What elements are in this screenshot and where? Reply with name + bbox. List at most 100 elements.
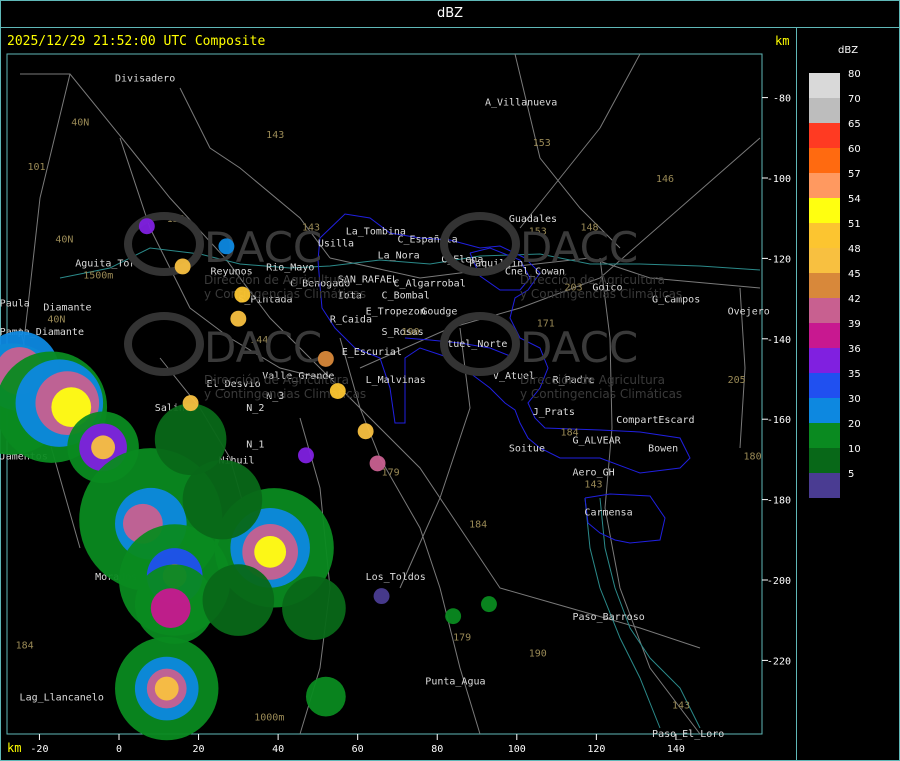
legend-value: 80 bbox=[848, 69, 861, 80]
y-tick-label: -120 bbox=[767, 254, 791, 265]
x-tick-label: 60 bbox=[352, 744, 364, 755]
place-label: Aero_GH bbox=[572, 467, 614, 478]
legend-swatch bbox=[809, 273, 840, 298]
radar-timestamp: 2025/12/29 21:52:00 UTC Composite bbox=[7, 34, 266, 49]
legend-value: 36 bbox=[848, 344, 861, 355]
route-label: 1000m bbox=[254, 713, 284, 724]
legend-value: 70 bbox=[848, 94, 861, 105]
legend-item: 35 bbox=[809, 369, 861, 398]
legend-title: dBZ bbox=[838, 45, 859, 56]
place-label: N_2 bbox=[246, 403, 264, 414]
route-label: 205 bbox=[728, 375, 746, 386]
legend-value: 57 bbox=[848, 169, 861, 180]
route-label: 40N bbox=[55, 234, 73, 245]
watermark-line1: Dirección de Agricultura bbox=[204, 373, 349, 387]
watermark-line2: y Contingencias Climáticas bbox=[204, 287, 366, 301]
place-label: Divisadero bbox=[115, 74, 175, 85]
place-label: J_Prats bbox=[533, 407, 575, 418]
legend-item: 48 bbox=[809, 244, 861, 273]
watermark-line2: y Contingencias Climáticas bbox=[520, 287, 682, 301]
place-labels: DivisaderoA_VillanuevaGuadalesLa_Tombina… bbox=[0, 74, 770, 740]
legend-value: 20 bbox=[848, 419, 861, 430]
legend-item: 60 bbox=[809, 144, 861, 173]
watermark-line2: y Contingencias Climáticas bbox=[520, 387, 682, 401]
radar-echo bbox=[329, 383, 346, 400]
legend-item: 65 bbox=[809, 119, 861, 148]
route-label: 101 bbox=[28, 162, 46, 173]
route-label: 184 bbox=[561, 427, 579, 438]
watermark-brand: DACC bbox=[520, 223, 638, 272]
watermark-brand: DACC bbox=[520, 323, 638, 372]
window-title: dBZ bbox=[436, 6, 464, 21]
legend-swatch bbox=[809, 148, 840, 173]
route-label: 40N bbox=[47, 315, 65, 326]
y-axis-ticks: -80 -100 -120 -140 -160 -180 -200 -220 bbox=[762, 94, 791, 667]
x-tick-label: 120 bbox=[587, 744, 605, 755]
legend-item: 80 bbox=[809, 69, 861, 98]
place-label: Soitue bbox=[509, 443, 545, 454]
legend-item: 10 bbox=[809, 444, 861, 473]
legend-swatch bbox=[809, 173, 840, 198]
watermark-line1: Dirección de Agricultura bbox=[520, 273, 665, 287]
x-tick-label: -20 bbox=[30, 744, 48, 755]
legend-item: 51 bbox=[809, 219, 861, 248]
y-tick-label: -140 bbox=[767, 335, 791, 346]
legend-item: 54 bbox=[809, 194, 861, 223]
watermark-line1: Dirección de Agricultura bbox=[520, 373, 665, 387]
place-label: La_Nora bbox=[378, 250, 420, 261]
place-label: Paula bbox=[0, 299, 30, 310]
legend-value: 10 bbox=[848, 444, 861, 455]
x-axis-ticks: -20 0 20 40 60 80 100 120 140 bbox=[30, 734, 685, 755]
radar-echo bbox=[298, 447, 314, 464]
y-tick-label: -100 bbox=[767, 174, 791, 185]
legend-swatch bbox=[809, 373, 840, 398]
unit-label-bottom: km bbox=[7, 741, 22, 755]
radar-echo bbox=[254, 535, 287, 568]
legend-swatch bbox=[809, 198, 840, 223]
radar-echo bbox=[445, 608, 462, 625]
radar-echo bbox=[234, 286, 251, 303]
radar-echo bbox=[154, 403, 227, 476]
place-label: E_Tropezon bbox=[366, 307, 426, 318]
place-label: Los_Toldos bbox=[366, 572, 426, 583]
radar-echo bbox=[373, 588, 390, 605]
legend-value: 54 bbox=[848, 194, 861, 205]
radar-map[interactable]: DivisaderoA_VillanuevaGuadalesLa_Tombina… bbox=[0, 28, 797, 761]
place-label: Paso_Barroso bbox=[572, 612, 644, 623]
legend-value: 39 bbox=[848, 319, 861, 330]
radar-echo bbox=[282, 576, 346, 640]
place-label: Paso_El_Loro bbox=[652, 729, 724, 740]
place-label: A_Villanueva bbox=[485, 98, 557, 109]
route-label: 180 bbox=[744, 451, 762, 462]
legend-swatch bbox=[809, 123, 840, 148]
legend-item: 45 bbox=[809, 269, 861, 298]
legend-value: 42 bbox=[848, 294, 861, 305]
radar-echo bbox=[369, 455, 386, 472]
legend-swatch bbox=[809, 298, 840, 323]
radar-echo bbox=[138, 218, 155, 235]
unit-label-top: km bbox=[775, 34, 790, 48]
radar-echo bbox=[91, 435, 116, 460]
legend-item: 5 bbox=[809, 469, 854, 498]
watermark-line1: Dirección de Agricultura bbox=[204, 273, 349, 287]
title-bar: dBZ bbox=[0, 0, 900, 28]
y-tick-label: -180 bbox=[767, 496, 791, 507]
legend-item: 57 bbox=[809, 169, 861, 198]
legend-value: 60 bbox=[848, 144, 861, 155]
route-label: 146 bbox=[656, 174, 674, 185]
route-label: 143 bbox=[672, 701, 690, 712]
route-label: 184 bbox=[16, 640, 34, 651]
route-label: 179 bbox=[382, 467, 400, 478]
legend-value: 45 bbox=[848, 269, 861, 280]
place-label: N_1 bbox=[246, 439, 264, 450]
place-label: Usilla bbox=[318, 238, 354, 249]
route-label: 190 bbox=[401, 327, 419, 338]
legend-value: 35 bbox=[848, 369, 861, 380]
legend-swatch bbox=[809, 448, 840, 473]
route-label: 1500m bbox=[83, 271, 113, 282]
place-label: Goudge bbox=[421, 307, 457, 318]
place-label: Lag_Llancanelo bbox=[20, 693, 104, 704]
legend-item: 20 bbox=[809, 419, 861, 448]
place-label: Bowen bbox=[648, 443, 678, 454]
radar-echo bbox=[305, 676, 346, 717]
